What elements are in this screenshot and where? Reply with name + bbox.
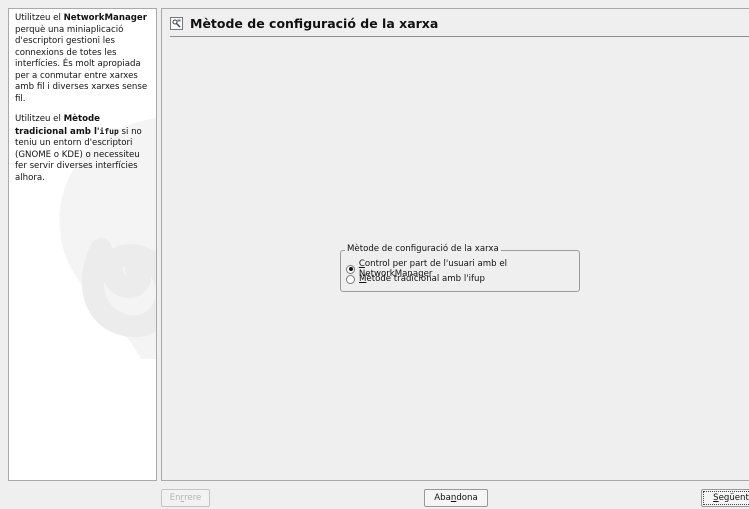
help-panel: Utilitzeu el NetworkManager perquè una m… — [8, 8, 157, 481]
next-button[interactable]: Següent — [701, 489, 749, 507]
config-method-legend: Mètode de configuració de la xarxa — [345, 244, 501, 254]
abort-button[interactable]: Aba n dona — [424, 489, 488, 507]
help-paragraph-networkmanager: Utilitzeu el NetworkManager perquè una m… — [15, 13, 148, 104]
radio-button-networkmanager[interactable] — [346, 264, 355, 274]
network-config-icon — [170, 16, 183, 30]
config-method-group: Mètode de configuració de la xarxa Contr… — [340, 244, 580, 292]
page-title: Mètode de configuració de la xarxa — [190, 15, 439, 31]
back-button[interactable]: En r rere — [161, 489, 210, 507]
page-header: Mètode de configuració de la xarxa — [170, 13, 438, 33]
radio-option-ifup[interactable]: Mètode tradicional amb l'ifup — [346, 274, 485, 284]
title-divider — [170, 36, 749, 37]
radio-label-ifup[interactable]: Mètode tradicional amb l'ifup — [359, 274, 485, 284]
help-paragraph-ifup: Utilitzeu el Mètode tradicional amb l'if… — [15, 114, 142, 183]
radio-button-ifup[interactable] — [346, 274, 355, 284]
main-panel: Mètode de configuració de la xarxa Mètod… — [161, 8, 749, 481]
